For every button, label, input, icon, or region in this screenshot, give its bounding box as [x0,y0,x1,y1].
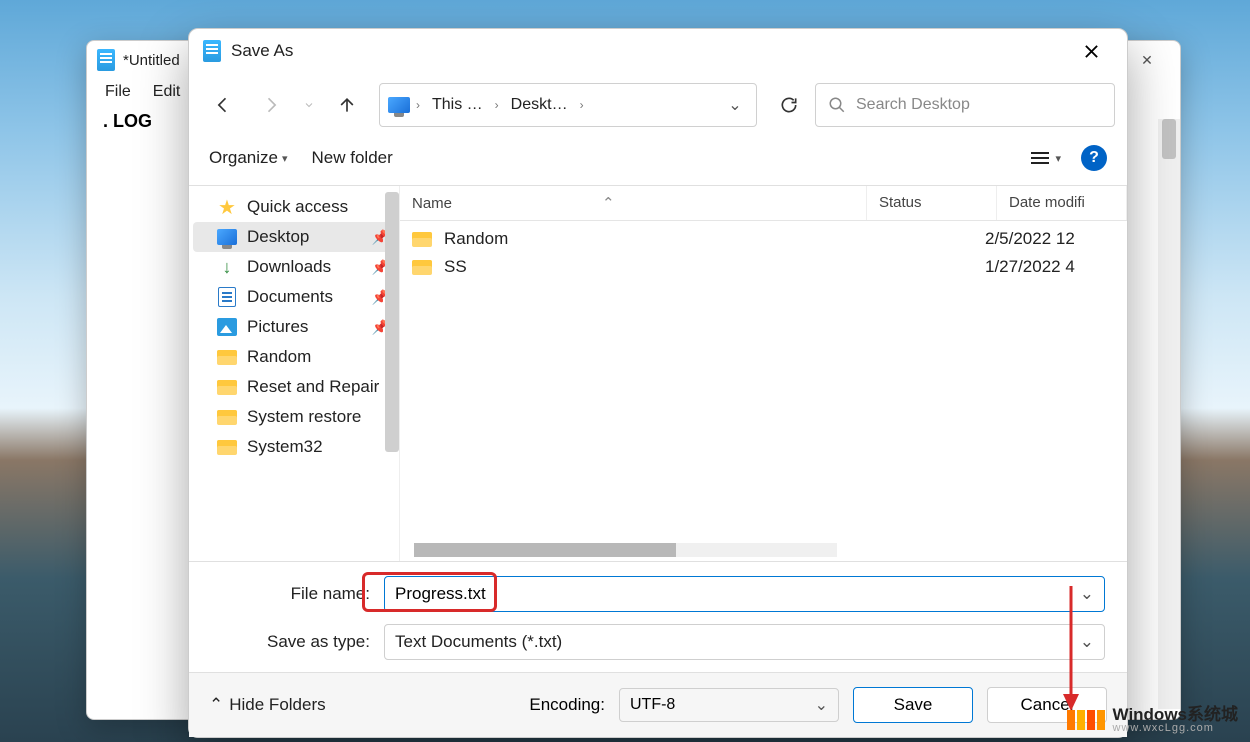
folder-icon [412,232,432,247]
breadcrumb-thispc[interactable]: This … [426,93,489,117]
dialog-icon [203,40,221,62]
column-status[interactable]: Status [867,186,997,220]
chevron-down-icon: ⌄ [815,695,828,715]
filename-label: File name: [211,584,376,604]
pictures-icon [217,318,237,336]
monitor-icon [217,229,237,245]
sidebar-scrollbar[interactable] [385,192,399,452]
back-button[interactable] [201,83,245,127]
download-icon: ↓ [217,257,237,277]
encoding-label: Encoding: [529,695,605,715]
help-button[interactable]: ? [1081,145,1107,171]
file-row[interactable]: SS 1/27/2022 4 [400,253,1127,281]
folder-icon [217,350,237,365]
horizontal-scrollbar[interactable] [414,543,837,557]
savetype-label: Save as type: [211,632,376,652]
chevron-up-icon: ⌃ [209,695,223,715]
folder-icon [217,440,237,455]
column-name[interactable]: Name ⌃ [400,186,867,220]
column-date[interactable]: Date modifi [997,186,1127,220]
sidebar-item-desktop[interactable]: Desktop 📌 [193,222,399,252]
save-as-dialog: Save As › This … › Deskt… › ⌄ Search Des… [188,28,1128,738]
address-dropdown[interactable]: ⌄ [722,95,748,115]
up-button[interactable] [325,83,369,127]
new-folder-button[interactable]: New folder [312,148,393,168]
folder-icon [217,410,237,425]
address-bar[interactable]: › This … › Deskt… › ⌄ [379,83,757,127]
chevron-right-icon: › [580,98,584,112]
breadcrumb-desktop[interactable]: Deskt… [505,93,574,117]
filename-input[interactable]: Progress.txt ⌄ [384,576,1105,612]
toolbar: Organize▾ New folder ▾ ? [189,137,1127,186]
dialog-footer: ⌃ Hide Folders Encoding: UTF-8 ⌄ Save Ca… [189,672,1127,737]
file-row[interactable]: Random 2/5/2022 12 [400,225,1127,253]
sidebar-item-documents[interactable]: Documents 📌 [193,282,399,312]
search-input[interactable]: Search Desktop [815,83,1115,127]
notepad-title: *Untitled [123,52,180,69]
nav-sidebar: ★ Quick access Desktop 📌 ↓ Downloads 📌 D… [189,186,399,561]
search-placeholder: Search Desktop [856,96,970,114]
refresh-button[interactable] [767,83,811,127]
chevron-down-icon[interactable]: ⌄ [1080,584,1094,604]
chevron-down-icon[interactable]: ⌄ [1080,632,1094,652]
menu-edit[interactable]: Edit [153,83,181,101]
navigation-bar: › This … › Deskt… › ⌄ Search Desktop [189,73,1127,137]
watermark-logo-icon [1067,710,1105,730]
monitor-icon [388,97,410,113]
encoding-select[interactable]: UTF-8 ⌄ [619,688,839,722]
recent-dropdown[interactable] [297,83,321,127]
file-list-pane: Name ⌃ Status Date modifi Random 2/5/202… [399,186,1127,561]
star-icon: ★ [217,197,237,217]
folder-icon [412,260,432,275]
sidebar-item-downloads[interactable]: ↓ Downloads 📌 [193,252,399,282]
chevron-right-icon: › [416,98,420,112]
sidebar-item-random[interactable]: Random [193,342,399,372]
watermark: Windows系统城 www.wxcLgg.com [1061,704,1244,736]
sidebar-item-pictures[interactable]: Pictures 📌 [193,312,399,342]
organize-menu[interactable]: Organize▾ [209,148,288,168]
sort-indicator-icon: ⌃ [602,194,615,212]
sidebar-item-systemrestore[interactable]: System restore [193,402,399,432]
save-button[interactable]: Save [853,687,973,723]
notepad-icon [97,49,115,71]
hide-folders-button[interactable]: ⌃ Hide Folders [209,695,326,715]
notepad-scrollbar[interactable] [1158,119,1180,709]
folder-icon [217,380,237,395]
notepad-close-button[interactable]: ✕ [1124,41,1170,79]
menu-file[interactable]: File [105,83,131,101]
document-icon [218,287,236,307]
forward-button[interactable] [249,83,293,127]
sidebar-item-quickaccess[interactable]: ★ Quick access [193,192,399,222]
savetype-select[interactable]: Text Documents (*.txt) ⌄ [384,624,1105,660]
close-button[interactable] [1069,29,1113,73]
sidebar-item-system32[interactable]: System32 [193,432,399,462]
column-headers: Name ⌃ Status Date modifi [400,186,1127,221]
dialog-title: Save As [231,41,293,61]
chevron-right-icon: › [495,98,499,112]
view-options-button[interactable]: ▾ [1029,150,1061,166]
sidebar-item-reset[interactable]: Reset and Repair [193,372,399,402]
